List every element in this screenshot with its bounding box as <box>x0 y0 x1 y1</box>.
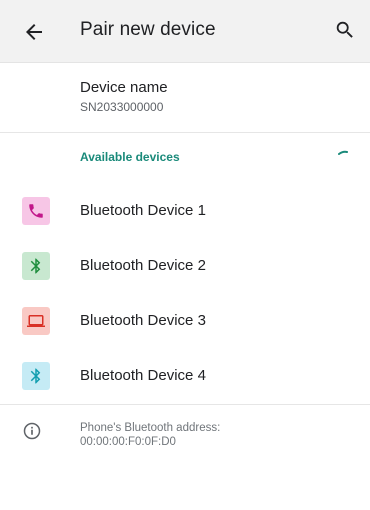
device-name-label: Device name <box>80 79 168 96</box>
bluetooth-address-label: Phone's Bluetooth address: <box>80 422 221 434</box>
available-devices-header: Available devices <box>80 150 180 164</box>
device-name-setting[interactable]: Device name SN2033000000 <box>80 79 168 114</box>
phone-icon <box>22 197 50 225</box>
divider <box>0 132 370 133</box>
bluetooth-icon <box>22 362 50 390</box>
divider <box>0 404 370 405</box>
bluetooth-address: Phone's Bluetooth address: 00:00:00:F0:0… <box>80 421 220 449</box>
device-label: Bluetooth Device 2 <box>80 257 206 274</box>
bluetooth-icon <box>22 252 50 280</box>
progress-spinner-icon <box>338 150 348 155</box>
laptop-icon <box>22 307 50 335</box>
device-label: Bluetooth Device 1 <box>80 202 206 219</box>
search-icon[interactable] <box>334 19 356 41</box>
device-label: Bluetooth Device 3 <box>80 312 206 329</box>
device-row-2[interactable]: Bluetooth Device 2 <box>0 240 370 294</box>
device-label: Bluetooth Device 4 <box>80 367 206 384</box>
device-row-4[interactable]: Bluetooth Device 4 <box>0 350 370 404</box>
device-row-1[interactable]: Bluetooth Device 1 <box>0 185 370 239</box>
app-bar: Pair new device <box>0 0 370 63</box>
back-arrow-icon[interactable] <box>22 20 46 44</box>
bluetooth-address-value: 00:00:00:F0:0F:D0 <box>80 436 176 448</box>
device-row-3[interactable]: Bluetooth Device 3 <box>0 295 370 349</box>
device-name-value: SN2033000000 <box>80 100 164 114</box>
info-icon <box>23 422 41 440</box>
screen: Pair new device Device name SN2033000000… <box>0 0 370 510</box>
page-title: Pair new device <box>80 19 216 40</box>
